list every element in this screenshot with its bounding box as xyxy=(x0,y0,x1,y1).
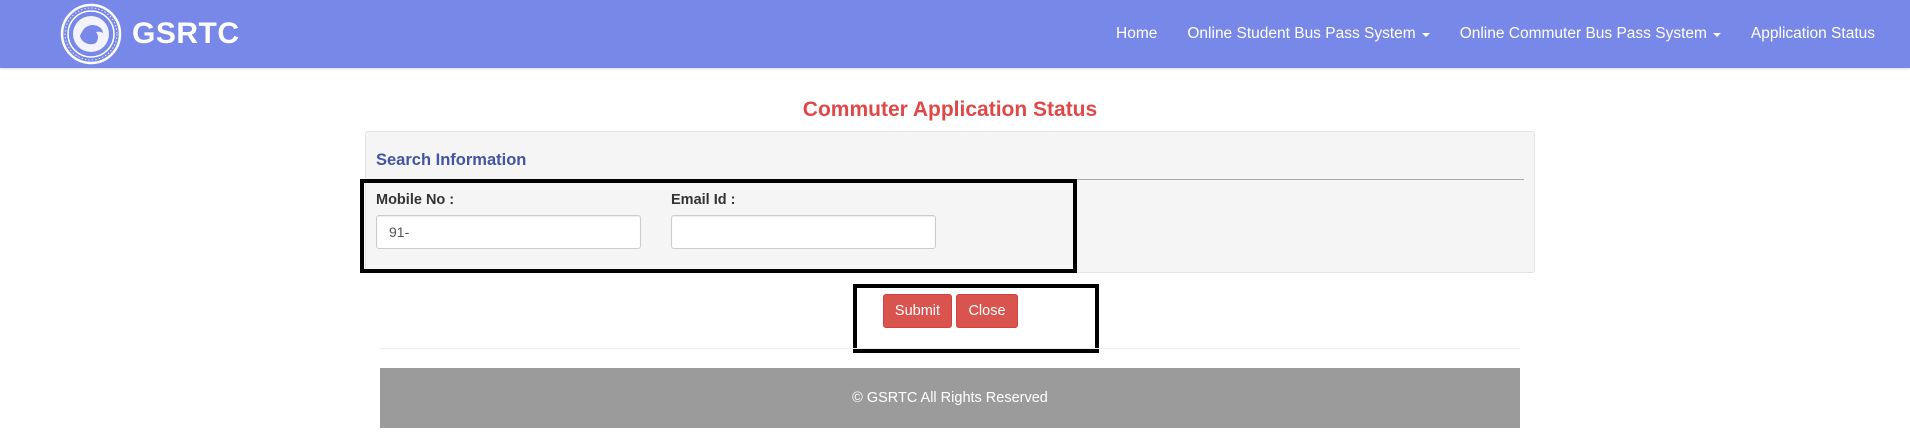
brand[interactable]: GSRTC xyxy=(60,3,240,65)
caret-down-icon xyxy=(1421,33,1430,37)
top-navbar: GSRTC Home Online Student Bus Pass Syste… xyxy=(0,0,1910,68)
nav-item-home[interactable]: Home xyxy=(1101,25,1172,43)
page-title: Commuter Application Status xyxy=(802,98,1098,121)
gsrtc-emblem-icon xyxy=(60,3,122,65)
nav-item-label: Online Student Bus Pass System xyxy=(1187,25,1416,42)
nav-item-label: Application Status xyxy=(1750,25,1875,42)
footer: © GSRTC All Rights Reserved xyxy=(380,368,1520,428)
nav-item-label: Home xyxy=(1116,25,1158,42)
footer-divider xyxy=(380,348,1520,349)
panel-heading: Search Information xyxy=(376,151,527,169)
caret-down-icon xyxy=(1712,33,1721,37)
submit-button[interactable]: Submit xyxy=(883,294,952,328)
close-button[interactable]: Close xyxy=(956,294,1018,328)
footer-text: © GSRTC All Rights Reserved xyxy=(852,390,1048,406)
nav-item-commuter-bus-pass[interactable]: Online Commuter Bus Pass System xyxy=(1445,25,1736,43)
brand-name: GSRTC xyxy=(132,17,240,50)
fields-highlight-box xyxy=(360,179,1077,273)
nav-item-student-bus-pass[interactable]: Online Student Bus Pass System xyxy=(1172,25,1444,43)
nav-item-application-status[interactable]: Application Status xyxy=(1736,25,1890,43)
main-nav: Home Online Student Bus Pass System Onli… xyxy=(1101,0,1890,68)
nav-item-label: Online Commuter Bus Pass System xyxy=(1459,25,1707,42)
page: GSRTC Home Online Student Bus Pass Syste… xyxy=(0,0,1910,445)
